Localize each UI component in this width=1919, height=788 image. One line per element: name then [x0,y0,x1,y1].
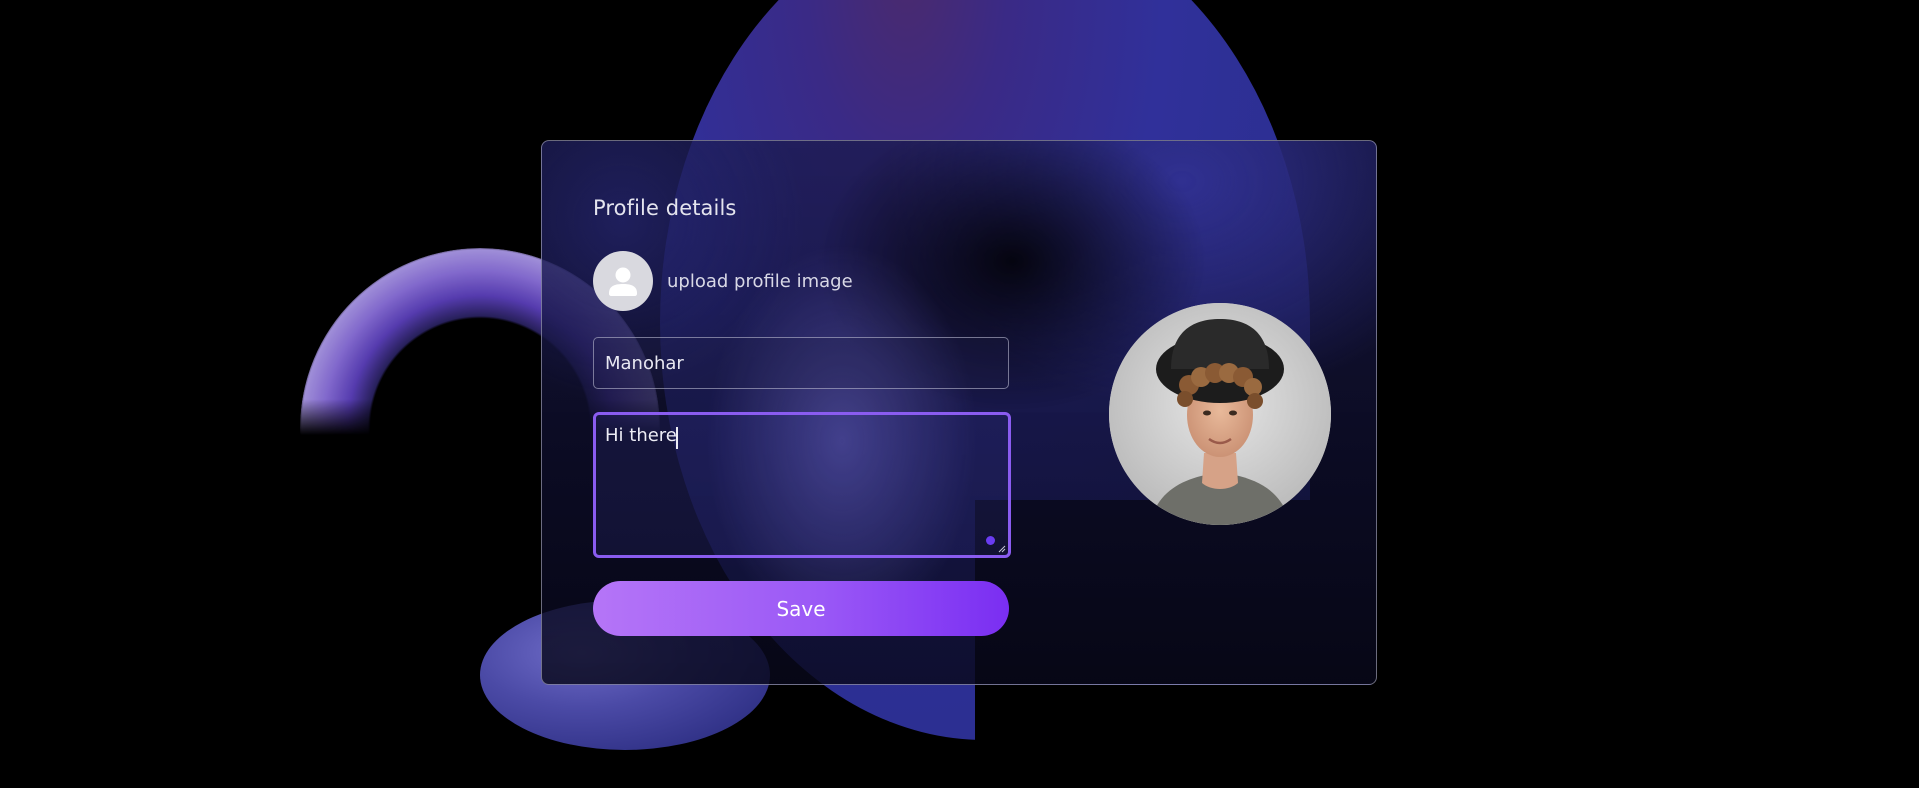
bio-field[interactable] [593,412,1011,558]
user-silhouette-icon [609,267,637,296]
text-cursor [676,427,678,449]
profile-photo-image [1109,303,1331,525]
profile-photo [1109,303,1331,525]
profile-card: Profile details upload profile image Sav… [541,140,1377,685]
upload-profile-image-label: upload profile image [667,270,853,292]
upload-profile-image-button[interactable]: upload profile image [593,251,853,311]
avatar-placeholder [593,251,653,311]
save-button[interactable]: Save [593,581,1009,636]
card-title: Profile details [593,196,737,220]
resize-handle-icon[interactable] [997,544,1006,553]
app-stage: Profile details upload profile image Sav… [0,0,1919,788]
status-dot-icon [986,536,995,545]
name-input[interactable] [593,337,1009,389]
bio-textarea[interactable] [596,415,1008,555]
